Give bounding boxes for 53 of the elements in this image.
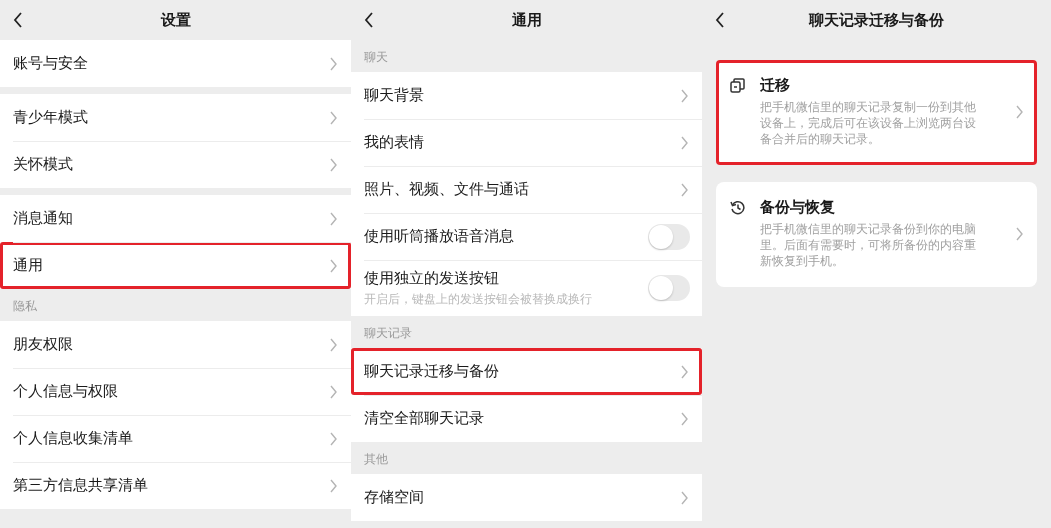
settings-row[interactable]: 使用听筒播放语音消息 — [351, 213, 702, 260]
section-label: 隐私 — [12, 298, 38, 315]
screen-title: 设置 — [160, 10, 191, 30]
settings-row[interactable]: 第三方信息共享清单 — [0, 462, 351, 509]
screen-title: 聊天记录迁移与备份 — [809, 10, 944, 30]
chevron-icon — [329, 110, 337, 125]
chevron-icon — [329, 258, 337, 273]
chevron-icon — [1015, 226, 1023, 241]
chevron-icon — [329, 478, 337, 493]
option-card[interactable]: 迁移 把手机微信里的聊天记录复制一份到其他设备上，完成后可在该设备上浏览两台设备合并后的聊天记录。 — [716, 60, 1037, 165]
settings-row[interactable]: 聊天背景 — [351, 72, 702, 119]
chevron-icon — [329, 337, 337, 352]
settings-row[interactable]: 关怀模式 — [0, 141, 351, 188]
settings-row[interactable]: 我的表情 — [351, 119, 702, 166]
toggle-switch[interactable] — [648, 275, 690, 301]
settings-row[interactable]: 聊天记录迁移与备份 — [351, 348, 702, 395]
back-icon[interactable] — [364, 12, 374, 28]
card-description: 把手机微信里的聊天记录复制一份到其他设备上，完成后可在该设备上浏览两台设备合并后的聊天记录。 — [760, 99, 977, 147]
settings-row[interactable]: 存储空间 — [351, 474, 702, 521]
card-title: 迁移 — [760, 76, 791, 95]
chevron-icon — [680, 88, 688, 103]
chevron-icon — [680, 135, 688, 150]
settings-row[interactable]: 青少年模式 — [0, 94, 351, 141]
settings-row[interactable]: 账号与安全 — [0, 40, 351, 87]
back-icon[interactable] — [715, 12, 725, 28]
copy-icon — [730, 78, 745, 93]
chevron-icon — [680, 182, 688, 197]
back-icon[interactable] — [13, 12, 23, 28]
settings-row[interactable]: 朋友权限 — [0, 321, 351, 368]
chevron-icon — [329, 384, 337, 399]
chevron-icon — [329, 56, 337, 71]
chevron-icon — [680, 490, 688, 505]
settings-row[interactable]: 个人信息收集清单 — [0, 415, 351, 462]
screen-title: 通用 — [511, 10, 542, 30]
chevron-icon — [329, 431, 337, 446]
section-label: 聊天 — [363, 49, 389, 66]
section-label: 聊天记录 — [363, 325, 413, 342]
history-icon — [730, 200, 745, 215]
settings-row[interactable]: 照片、视频、文件与通话 — [351, 166, 702, 213]
settings-row[interactable]: 清空全部聊天记录 — [351, 395, 702, 442]
chevron-icon — [1015, 104, 1023, 119]
settings-row[interactable]: 个人信息与权限 — [0, 368, 351, 415]
toggle-switch[interactable] — [648, 223, 690, 250]
settings-row[interactable]: 通用 — [0, 242, 351, 289]
settings-row[interactable]: 消息通知 — [0, 195, 351, 242]
chevron-icon — [329, 157, 337, 172]
chevron-icon — [329, 211, 337, 226]
card-description: 把手机微信里的聊天记录备份到你的电脑里。后面有需要时，可将所备份的内容重新恢复到手机。 — [760, 221, 977, 269]
chevron-icon — [680, 364, 688, 379]
card-title: 备份与恢复 — [760, 198, 836, 217]
section-label: 其他 — [363, 451, 389, 468]
chevron-icon — [680, 411, 688, 426]
option-card[interactable]: 备份与恢复 把手机微信里的聊天记录备份到你的电脑里。后面有需要时，可将所备份的内容重新恢复到手机。 — [716, 182, 1037, 287]
